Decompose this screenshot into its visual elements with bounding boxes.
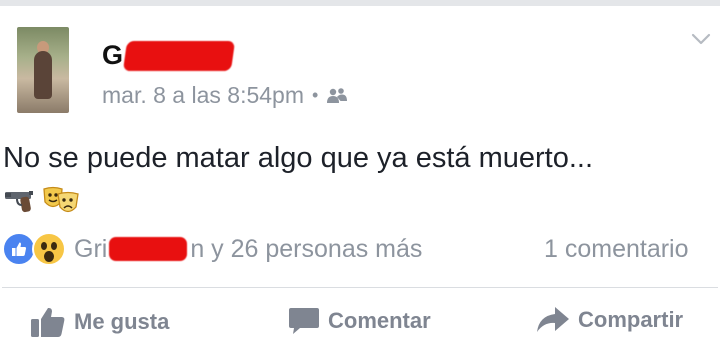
pistol-emoji-icon xyxy=(5,191,33,213)
reaction-count-text: n y 26 personas más xyxy=(190,234,423,263)
friends-icon[interactable] xyxy=(326,87,348,105)
like-reaction-icon xyxy=(2,232,36,266)
thumbs-up-icon xyxy=(12,242,27,256)
avatar-body-shape xyxy=(34,51,52,99)
like-button[interactable]: Me gusta xyxy=(30,306,169,338)
top-divider-strip xyxy=(0,0,720,6)
reaction-name-redaction xyxy=(109,237,188,261)
post-meta: mar. 8 a las 8:54pm • xyxy=(102,82,348,109)
author-name[interactable]: G xyxy=(102,40,236,71)
chevron-down-icon[interactable] xyxy=(690,30,712,48)
actions-divider xyxy=(2,287,718,288)
theater-masks-emoji-icon xyxy=(43,186,79,213)
post-actions-bar: Me gusta Comentar Compartir xyxy=(0,300,720,346)
like-button-label: Me gusta xyxy=(74,309,170,334)
author-name-visible: G xyxy=(102,40,124,70)
author-avatar[interactable] xyxy=(17,27,69,113)
comments-count[interactable]: 1 comentario xyxy=(544,235,689,264)
share-button[interactable]: Compartir xyxy=(536,306,683,334)
comment-button-label: Comentar xyxy=(328,308,431,333)
post-emojis xyxy=(3,185,81,217)
share-button-label: Compartir xyxy=(578,307,684,332)
thumbs-up-icon xyxy=(31,307,65,337)
comment-button[interactable]: Comentar xyxy=(288,306,431,336)
post-timestamp[interactable]: mar. 8 a las 8:54pm xyxy=(102,82,304,109)
post-text: No se puede matar algo que ya está muert… xyxy=(3,142,594,174)
reactions-bar[interactable]: Gri n y 26 personas más xyxy=(2,232,422,266)
reaction-name-prefix: Gri xyxy=(74,234,108,263)
meta-separator: • xyxy=(312,85,319,105)
wow-reaction-icon xyxy=(32,232,66,266)
share-arrow-icon xyxy=(537,307,569,332)
reaction-names[interactable]: Gri n y 26 personas más xyxy=(74,235,422,264)
author-name-redaction xyxy=(122,40,236,71)
comment-icon xyxy=(289,308,319,334)
